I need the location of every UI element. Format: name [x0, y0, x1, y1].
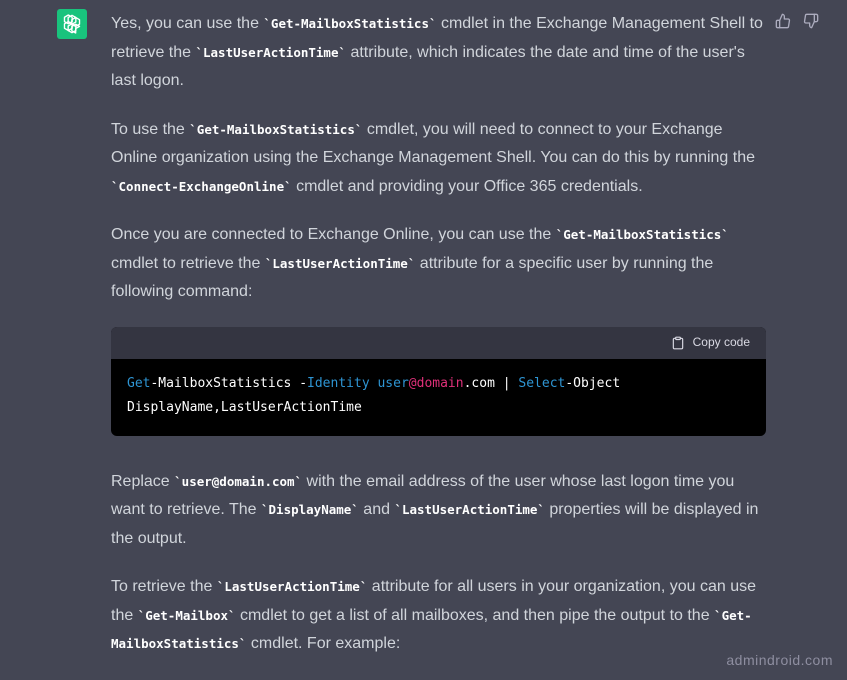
text: cmdlet to get a list of all mailboxes, a… [235, 606, 715, 624]
text: To retrieve the [111, 578, 217, 595]
copy-code-label: Copy code [692, 335, 750, 350]
inline-code: `DisplayName` [261, 502, 359, 517]
paragraph-intro: Yes, you can use the `Get-MailboxStatist… [111, 10, 766, 96]
code-token: -Object [565, 375, 621, 391]
feedback-buttons [774, 12, 820, 30]
inline-code: `Get-Mailbox` [137, 607, 236, 623]
code-token: user [377, 375, 409, 391]
paragraph-replace: Replace `user@domain.com` with the email… [111, 468, 766, 554]
code-token: .com | [463, 375, 519, 391]
paragraph-all-users: To retrieve the `LastUserActionTime` att… [111, 573, 766, 659]
text: cmdlet to retrieve the [111, 254, 265, 272]
copy-code-button[interactable]: Copy code [671, 328, 750, 357]
inline-code: `LastUserActionTime` [264, 255, 416, 271]
thumbs-up-icon[interactable] [774, 12, 792, 30]
paragraph-command-intro: Once you are connected to Exchange Onlin… [111, 221, 766, 307]
code-block: Copy code Get-MailboxStatistics -Identit… [111, 326, 766, 436]
assistant-message: Yes, you can use the `Get-MailboxStatist… [111, 10, 766, 679]
code-token: @domain [408, 375, 464, 391]
text: Replace [111, 472, 175, 490]
inline-code: `Get-MailboxStatistics` [555, 227, 729, 242]
text: To use the [111, 120, 190, 138]
code-token: Get [127, 375, 151, 391]
text: cmdlet. For example: [246, 635, 401, 652]
watermark: admindroid.com [726, 652, 833, 668]
code-token: Select [518, 375, 566, 391]
code-token: -MailboxStatistics - [150, 375, 308, 391]
inline-code: `Get-MailboxStatistics` [263, 16, 437, 31]
thumbs-down-icon[interactable] [802, 12, 820, 30]
code-content: Get-MailboxStatistics -Identity user@dom… [111, 359, 766, 436]
inline-code: `Connect-ExchangeOnline` [111, 178, 292, 194]
inline-code: `Get-MailboxStatistics` [189, 121, 363, 137]
text: and [358, 501, 395, 518]
inline-code: `LastUserActionTime` [394, 502, 545, 517]
clipboard-icon [671, 336, 685, 350]
inline-code: `LastUserActionTime` [216, 579, 368, 594]
text: Once you are connected to Exchange Onlin… [111, 226, 556, 243]
text: cmdlet and providing your Office 365 cre… [291, 177, 643, 195]
code-token: DisplayName,LastUserActionTime [127, 399, 362, 415]
inline-code: `LastUserActionTime` [195, 44, 346, 60]
text: Yes, you can use the [111, 15, 264, 32]
openai-logo-icon [57, 9, 87, 39]
code-block-header: Copy code [111, 326, 766, 359]
inline-code: `user@domain.com` [174, 473, 303, 489]
paragraph-connect: To use the `Get-MailboxStatistics` cmdle… [111, 116, 766, 202]
code-token: Identity [307, 375, 370, 391]
